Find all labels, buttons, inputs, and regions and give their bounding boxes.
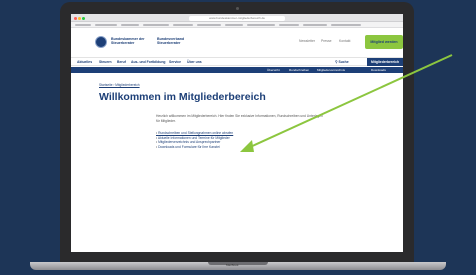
become-member-button[interactable]: Mitglied werden xyxy=(365,35,403,49)
sub-item-uebersicht[interactable]: Übersicht xyxy=(267,68,280,72)
address-bar[interactable]: www.bundeskammer-mitgliederbereich.de xyxy=(189,15,285,21)
org-name-secondary: Bundesverband Steuerberater xyxy=(157,37,185,46)
search-link[interactable]: ⚲ Suche xyxy=(335,60,349,64)
member-link-list: Rundschreiben und Stellungnahmen online … xyxy=(156,131,306,149)
bookmark-item[interactable] xyxy=(331,24,361,26)
breadcrumb[interactable]: Startseite › Mitgliederbereich xyxy=(99,83,140,87)
search-label: Suche xyxy=(338,60,349,64)
sub-item-verzeichnis[interactable]: Mitgliederverzeichnis xyxy=(317,68,345,72)
util-link-newsletter[interactable]: Newsletter xyxy=(299,39,315,43)
nav-item-aktuelles[interactable]: Aktuelles xyxy=(77,60,92,64)
bookmark-item[interactable] xyxy=(75,24,91,26)
eagle-seal-logo[interactable] xyxy=(95,36,107,48)
util-link-presse[interactable]: Presse xyxy=(321,39,332,43)
nav-item-beruf[interactable]: Beruf xyxy=(117,60,126,64)
bookmark-item[interactable] xyxy=(303,24,327,26)
tab-mitgliederbereich[interactable]: Mitgliederbereich xyxy=(367,58,403,66)
bookmark-item[interactable] xyxy=(121,24,139,26)
sub-item-rundschreiben[interactable]: Rundschreiben xyxy=(289,68,309,72)
bookmark-item[interactable] xyxy=(279,24,299,26)
laptop-brand-label: MacBook xyxy=(226,263,239,267)
main-navigation: Aktuelles Steuern Beruf Aus- und Fortbil… xyxy=(71,57,403,66)
bookmark-item[interactable] xyxy=(143,24,169,26)
camera-dot xyxy=(236,7,239,10)
org-name-primary: Bundeskammer der Steuerberater xyxy=(111,37,145,46)
page-title: Willkommen im Mitgliederbereich xyxy=(99,91,266,103)
close-window-icon[interactable] xyxy=(74,16,77,20)
list-item-link[interactable]: Downloads und Formulare für Ihre Kanzlei xyxy=(156,145,306,150)
browser-toolbar: www.bundeskammer-mitgliederbereich.de xyxy=(71,14,403,22)
bookmark-item[interactable] xyxy=(197,24,221,26)
sub-item-downloads[interactable]: Downloads xyxy=(371,68,386,72)
util-link-kontakt[interactable]: Kontakt xyxy=(339,39,351,43)
nav-item-steuern[interactable]: Steuern xyxy=(99,60,112,64)
laptop-lid: www.bundeskammer-mitgliederbereich.de Bu… xyxy=(60,2,414,264)
nav-item-ausbildung[interactable]: Aus- und Fortbildung xyxy=(131,60,165,64)
site-header: Bundeskammer der Steuerberater Bundesver… xyxy=(71,28,403,56)
nav-item-ueber-uns[interactable]: Über uns xyxy=(187,60,202,64)
intro-text: Herzlich willkommen im Mitgliederbereich… xyxy=(156,114,323,123)
bookmark-item[interactable] xyxy=(247,24,275,26)
sub-navigation: Übersicht Rundschreiben Mitgliederverzei… xyxy=(71,67,403,73)
bookmark-item[interactable] xyxy=(173,24,193,26)
maximize-window-icon[interactable] xyxy=(82,16,85,20)
nav-item-service[interactable]: Service xyxy=(169,60,181,64)
laptop-screen: www.bundeskammer-mitgliederbereich.de Bu… xyxy=(71,14,403,252)
bookmark-item[interactable] xyxy=(225,24,243,26)
bookmark-item[interactable] xyxy=(95,24,117,26)
minimize-window-icon[interactable] xyxy=(78,16,81,20)
